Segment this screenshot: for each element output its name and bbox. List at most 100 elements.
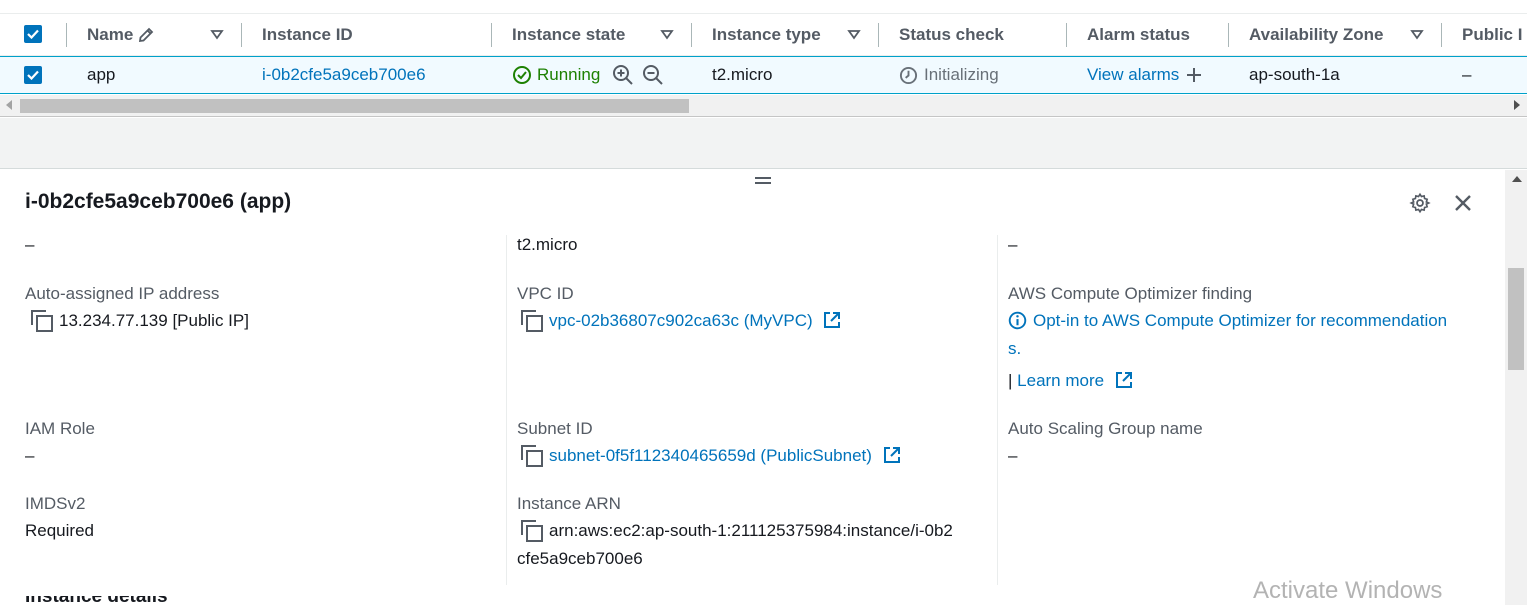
- imdsv2-value: Required: [25, 521, 94, 540]
- auto-assigned-ip-text: 13.234.77.139 [Public IP]: [59, 311, 249, 330]
- learn-more-separator: |: [1008, 371, 1013, 390]
- vertical-scrollbar[interactable]: [1505, 170, 1527, 605]
- sort-caret-icon[interactable]: [845, 25, 863, 43]
- col1-top-value: –: [25, 235, 35, 254]
- compute-optimizer-label: AWS Compute Optimizer finding: [1008, 284, 1253, 303]
- windows-activation-watermark: Activate Windows: [1253, 577, 1443, 604]
- row-checkbox[interactable]: [24, 66, 42, 84]
- cell-availability-zone: ap-south-1a: [1249, 65, 1340, 84]
- table-row[interactable]: app i-0b2cfe5a9ceb700e6 Running t2.micro…: [0, 56, 1527, 94]
- vpc-id-value: vpc-02b36807c902ca63c (MyVPC): [521, 307, 841, 335]
- compute-optimizer-link[interactable]: Opt-in to AWS Compute Optimizer for reco…: [1008, 307, 1447, 335]
- success-check-circle-icon: [513, 66, 531, 84]
- section-heading-text: Instance details: [25, 596, 215, 605]
- column-header-availability-zone[interactable]: Availability Zone: [1249, 14, 1383, 55]
- add-alarm-plus-icon[interactable]: [1185, 66, 1203, 84]
- column-separator: [66, 23, 67, 47]
- column-header-public-ip[interactable]: Public I: [1462, 14, 1522, 55]
- column-separator: [1441, 23, 1442, 47]
- cell-name: app: [87, 65, 116, 84]
- auto-assigned-ip-label: Auto-assigned IP address: [25, 284, 220, 303]
- sort-caret-icon[interactable]: [1408, 25, 1426, 43]
- zoom-in-icon[interactable]: [612, 64, 634, 86]
- column-header-instance-state-label: Instance state: [512, 24, 626, 44]
- select-all-checkbox[interactable]: [24, 25, 42, 43]
- column-header-availability-zone-label: Availability Zone: [1249, 24, 1384, 44]
- gear-icon[interactable]: [1409, 192, 1431, 214]
- scroll-up-arrow-icon[interactable]: [1512, 176, 1522, 182]
- edit-pencil-icon[interactable]: [137, 26, 155, 44]
- column-separator: [241, 23, 242, 47]
- subnet-id-label: Subnet ID: [517, 419, 593, 438]
- column-header-status-check[interactable]: Status check: [899, 14, 1004, 55]
- column-header-instance-type[interactable]: Instance type: [712, 14, 821, 55]
- column-header-instance-state[interactable]: Instance state: [512, 14, 625, 55]
- instance-arn-line1: arn:aws:ec2:ap-south-1:211125375984:inst…: [521, 517, 953, 545]
- column-header-public-ip-label: Public I: [1462, 24, 1523, 44]
- column-separator: [1228, 23, 1229, 47]
- external-link-icon[interactable]: [883, 446, 901, 464]
- zoom-out-icon[interactable]: [642, 64, 664, 86]
- col3-top-value: –: [1008, 235, 1018, 254]
- instance-arn-line2: cfe5a9ceb700e6: [517, 549, 643, 568]
- col2-top-value: t2.micro: [517, 235, 578, 254]
- external-link-icon[interactable]: [823, 311, 841, 329]
- column-header-alarm-status[interactable]: Alarm status: [1087, 14, 1190, 55]
- auto-scaling-group-value: –: [1008, 446, 1018, 465]
- cell-status-check: Initializing: [899, 57, 999, 93]
- cell-alarm-status: View alarms: [1087, 57, 1203, 93]
- copy-icon[interactable]: [521, 520, 543, 542]
- cell-public-ip: –: [1462, 65, 1472, 84]
- learn-more: | Learn more: [1008, 367, 1133, 395]
- resize-handle-icon[interactable]: [755, 177, 771, 187]
- column-separator: [691, 23, 692, 47]
- column-separator: [878, 23, 879, 47]
- cell-instance-type: t2.micro: [712, 65, 773, 84]
- column-divider: [997, 235, 998, 585]
- auto-assigned-ip-value: 13.234.77.139 [Public IP]: [31, 307, 249, 335]
- column-header-instance-type-label: Instance type: [712, 24, 821, 44]
- compute-optimizer-link-wrap[interactable]: s.: [1008, 335, 1021, 363]
- horizontal-scrollbar[interactable]: [0, 95, 1527, 117]
- imdsv2-label: IMDSv2: [25, 494, 86, 513]
- subnet-id-value: subnet-0f5f112340465659d (PublicSubnet): [521, 442, 901, 470]
- subnet-id-link[interactable]: subnet-0f5f112340465659d (PublicSubnet): [549, 446, 872, 465]
- view-alarms-link[interactable]: View alarms: [1087, 65, 1179, 85]
- compute-optimizer-link-text[interactable]: Opt-in to AWS Compute Optimizer for reco…: [1033, 311, 1447, 330]
- section-heading-cutoff: Instance details: [25, 596, 215, 605]
- iam-role-label: IAM Role: [25, 419, 95, 438]
- horizontal-scrollbar-thumb[interactable]: [20, 99, 689, 113]
- column-header-name-label: Name: [87, 24, 134, 44]
- cell-instance-state: Running: [512, 57, 664, 93]
- clock-pending-icon: [899, 66, 918, 84]
- copy-icon[interactable]: [31, 310, 53, 332]
- column-separator: [491, 23, 492, 47]
- instance-arn-label: Instance ARN: [517, 494, 621, 513]
- learn-more-link[interactable]: Learn more: [1017, 371, 1104, 390]
- copy-icon[interactable]: [521, 310, 543, 332]
- vpc-id-link[interactable]: vpc-02b36807c902ca63c (MyVPC): [549, 311, 813, 330]
- column-header-alarm-status-label: Alarm status: [1087, 24, 1190, 44]
- sort-caret-icon[interactable]: [658, 25, 676, 43]
- column-header-status-check-label: Status check: [899, 24, 1004, 44]
- column-header-instance-id-label: Instance ID: [262, 24, 353, 44]
- vpc-id-label: VPC ID: [517, 284, 574, 303]
- scroll-left-arrow-icon[interactable]: [6, 100, 12, 110]
- table-header: Name Instance ID Instance state Instance…: [0, 13, 1527, 56]
- column-header-name[interactable]: Name: [87, 14, 155, 55]
- vertical-scrollbar-thumb[interactable]: [1508, 268, 1524, 370]
- close-icon[interactable]: [1452, 192, 1474, 214]
- instance-details-panel: i-0b2cfe5a9ceb700e6 (app) – Auto-assigne…: [0, 170, 1527, 605]
- sort-caret-icon[interactable]: [208, 25, 226, 43]
- scroll-right-arrow-icon[interactable]: [1514, 100, 1520, 110]
- external-link-icon[interactable]: [1115, 371, 1133, 389]
- instances-table: Name Instance ID Instance state Instance…: [0, 0, 1527, 118]
- cell-instance-id-link[interactable]: i-0b2cfe5a9ceb700e6: [262, 57, 426, 93]
- panel-title: i-0b2cfe5a9ceb700e6 (app): [25, 190, 292, 213]
- copy-icon[interactable]: [521, 445, 543, 467]
- split-panel-gap: [0, 118, 1527, 169]
- iam-role-value: –: [25, 446, 35, 465]
- status-check-label: Initializing: [924, 65, 999, 84]
- column-header-instance-id[interactable]: Instance ID: [262, 14, 353, 55]
- info-icon: [1008, 311, 1027, 330]
